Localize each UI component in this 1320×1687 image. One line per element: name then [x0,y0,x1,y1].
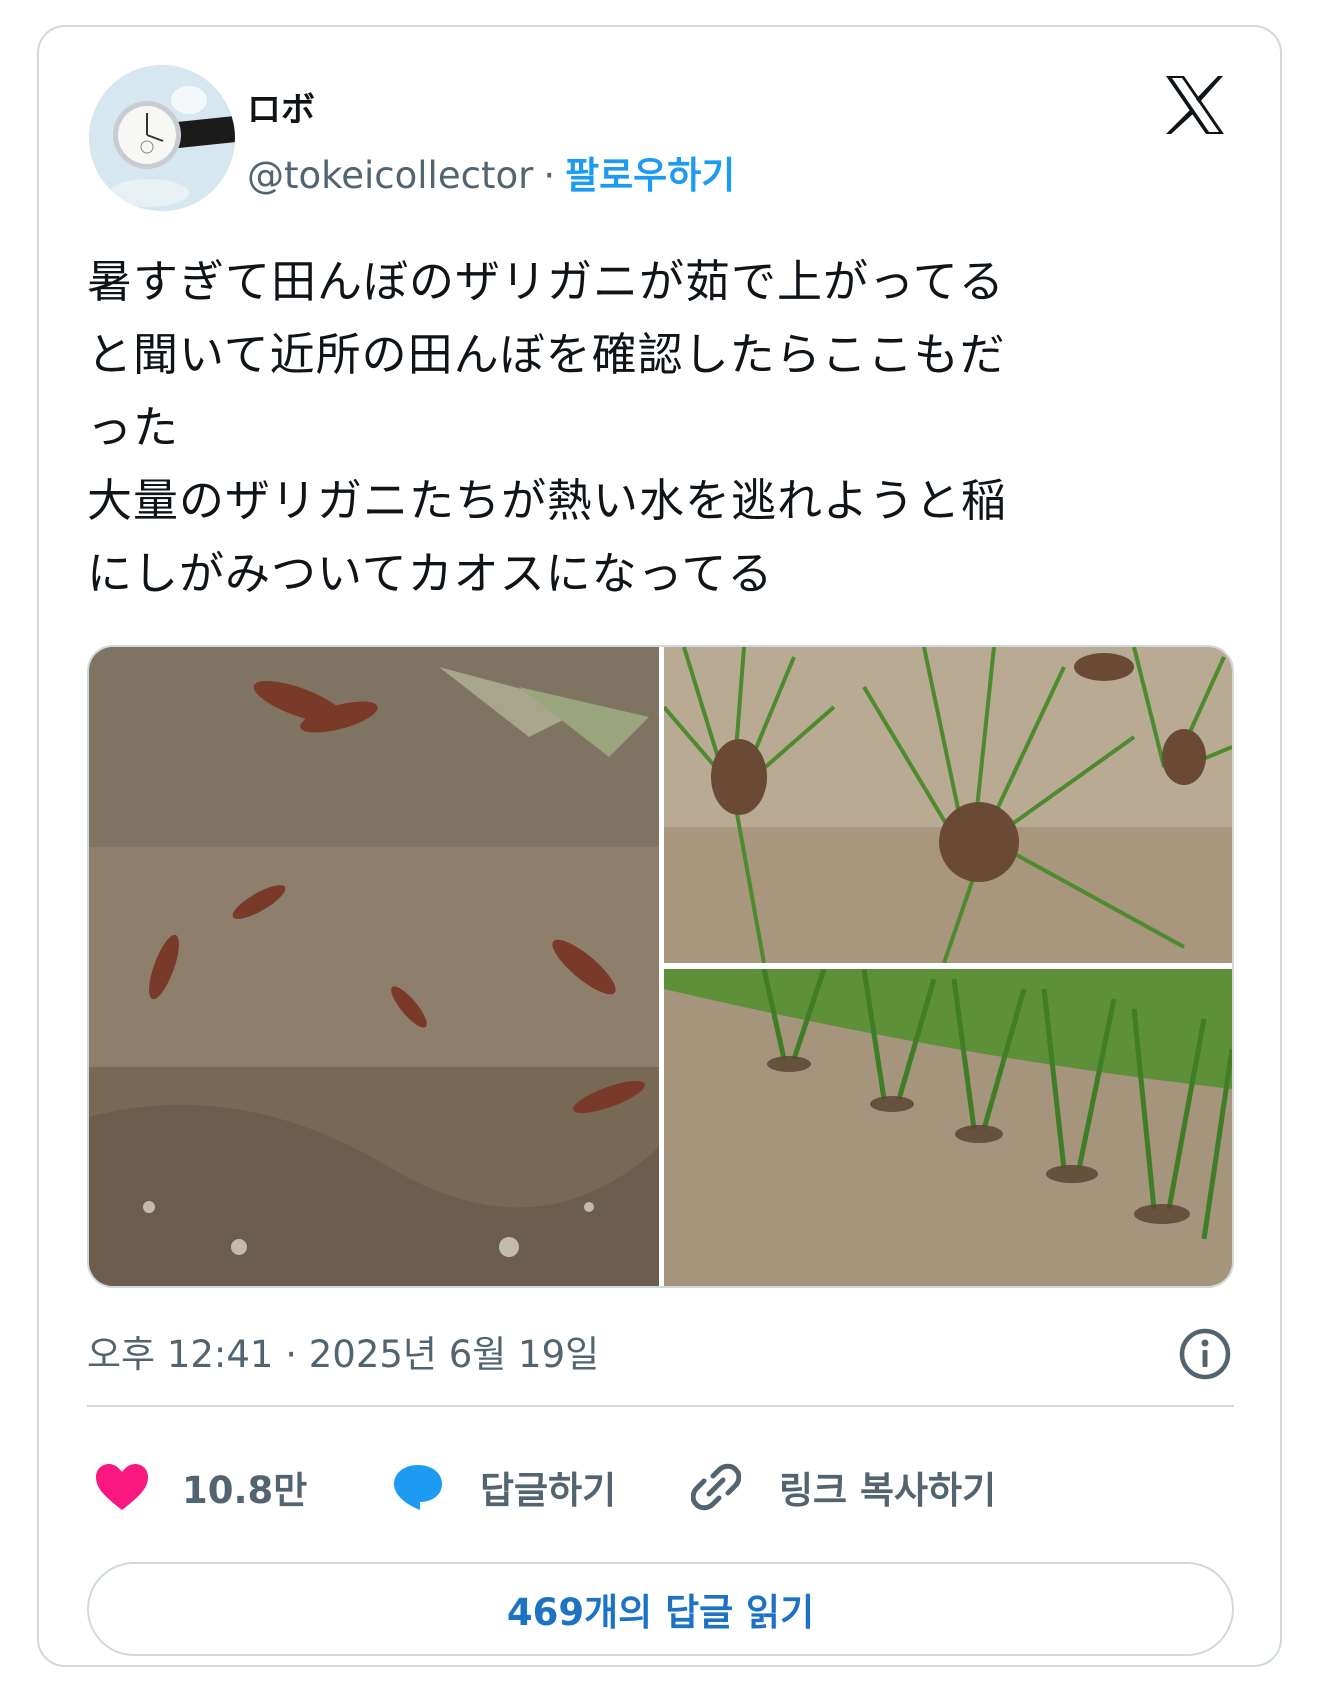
read-replies-label: 469개의 답글 읽기 [506,1591,815,1634]
like-count: 10.8만 [182,1469,308,1512]
reply-button[interactable]: 답글하기 [392,1455,616,1519]
x-logo-icon[interactable] [1162,72,1228,138]
link-icon [691,1463,741,1511]
author-handle[interactable]: @tokeicollector [247,154,533,197]
wristwatch-avatar-icon [89,65,235,211]
crayfish-in-muddy-water-photo[interactable] [89,647,659,1286]
read-replies-button[interactable]: 469개의 답글 읽기 [87,1562,1234,1656]
media-grid [87,645,1234,1288]
separator-dot: · [543,154,556,197]
author-display-name[interactable]: ロボ [247,82,315,131]
copy-link-label: 링크 복사하기 [779,1469,997,1512]
avatar[interactable] [89,65,235,211]
tweet-card: ロボ @tokeicollector · 팔로우하기 暑すぎて田んぼのザリガニが茹で… [37,25,1282,1667]
follow-button[interactable]: 팔로우하기 [565,154,735,197]
tweet-timestamp[interactable]: 오후 12:41 · 2025년 6월 19일 [87,1324,599,1378]
copy-link-button[interactable]: 링크 복사하기 [691,1455,996,1519]
rice-paddy-rows-photo[interactable] [664,969,1232,1286]
heart-icon [96,1464,148,1510]
info-icon[interactable] [1178,1327,1232,1381]
crayfish-clinging-to-rice-plants-photo[interactable] [664,647,1232,963]
author-handle-row: @tokeicollector · 팔로우하기 [247,145,735,199]
tweet-text: 暑すぎて田んぼのザリガニが茹で上がってる と聞いて近所の田んぼを確認したらここも… [87,255,1008,600]
divider [87,1405,1234,1407]
speech-bubble-icon [394,1465,442,1510]
like-button[interactable]: 10.8만 [94,1455,307,1519]
reply-label: 답글하기 [480,1469,617,1512]
